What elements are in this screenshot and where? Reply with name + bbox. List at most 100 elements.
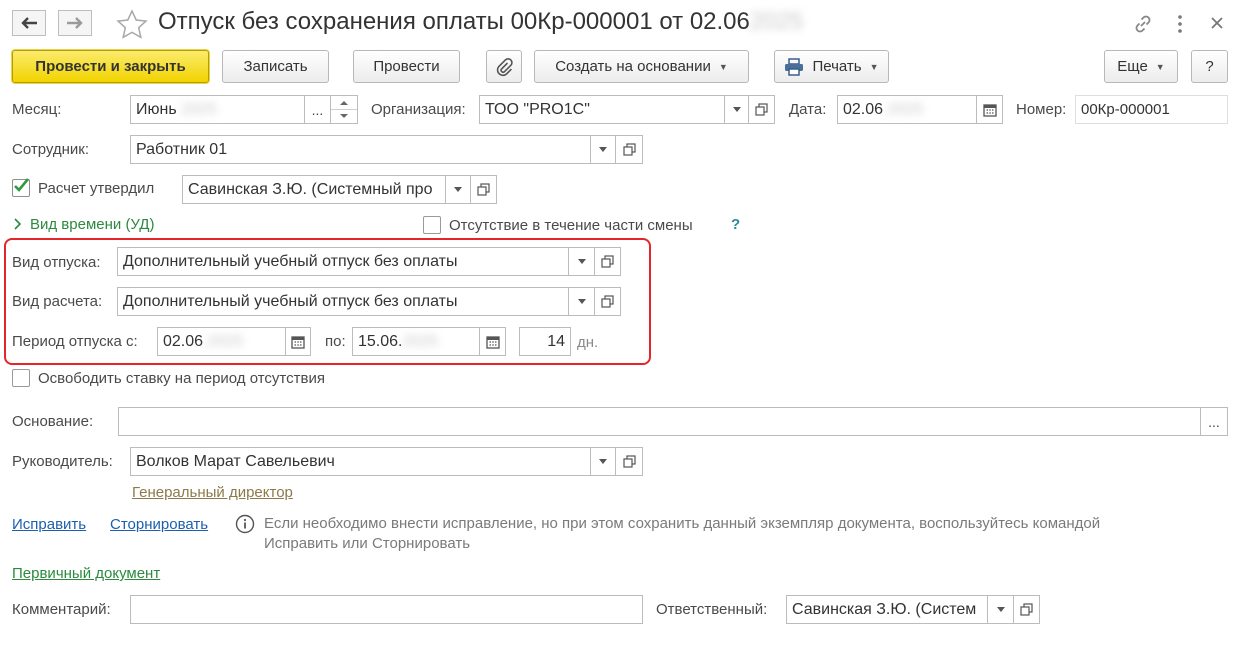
- more-button[interactable]: Еще ▼: [1104, 50, 1178, 83]
- chevron-down-icon: ▼: [869, 61, 879, 72]
- comment-field[interactable]: [130, 595, 643, 624]
- dropdown-arrow-icon: [454, 187, 462, 192]
- period-to-calendar-button[interactable]: [479, 327, 506, 356]
- print-button[interactable]: Печать ▼: [774, 50, 889, 83]
- reverse-link[interactable]: Сторнировать: [110, 516, 208, 533]
- responsible-value: Савинская З.Ю. (Систем: [792, 600, 977, 618]
- print-label: Печать: [812, 58, 862, 75]
- vacation-type-label: Вид отпуска:: [12, 254, 101, 271]
- calendar-icon: [485, 335, 500, 349]
- time-type-label: Вид времени (УД): [30, 216, 155, 233]
- manager-field[interactable]: Волков Марат Савельевич: [130, 447, 591, 476]
- organization-value: ТОО "PRO1C": [485, 100, 590, 118]
- release-rate-checkbox[interactable]: [12, 369, 30, 387]
- printer-icon: [785, 57, 804, 76]
- month-select-label: ...: [311, 101, 324, 118]
- time-type-expander[interactable]: Вид времени (УД): [14, 216, 154, 233]
- period-from-label: Период отпуска с:: [12, 333, 138, 350]
- month-stepper[interactable]: [330, 95, 358, 124]
- dropdown-arrow-icon: [577, 299, 586, 304]
- approved-by-value: Савинская З.Ю. (Системный про: [188, 180, 433, 198]
- open-form-icon: [622, 143, 636, 156]
- partial-shift-checkbox[interactable]: [423, 216, 441, 234]
- period-to-value: 15.06.: [358, 332, 403, 350]
- dropdown-arrow-icon: [599, 147, 607, 152]
- month-select-button[interactable]: ...: [304, 95, 331, 124]
- partial-shift-help-icon[interactable]: ?: [731, 216, 740, 233]
- help-button[interactable]: ?: [1191, 50, 1228, 83]
- create-based-on-label: Создать на основании: [555, 58, 711, 75]
- manager-dropdown-button[interactable]: [590, 447, 616, 476]
- month-hidden-year: 2025: [181, 100, 217, 118]
- info-text-line-1: Если необходимо внести исправление, но п…: [264, 515, 1101, 532]
- basis-select-label: ...: [1208, 413, 1220, 430]
- days-value: 14: [547, 332, 565, 350]
- approved-by-dropdown-button[interactable]: [445, 175, 471, 204]
- manager-open-button[interactable]: [615, 447, 643, 476]
- help-label: ?: [1205, 58, 1214, 75]
- employee-dropdown-button[interactable]: [590, 135, 616, 164]
- period-to-field[interactable]: 15.06. 2025: [352, 327, 480, 356]
- open-form-icon: [477, 183, 490, 196]
- period-to-label: по:: [325, 333, 346, 350]
- vacation-type-dropdown-button[interactable]: [568, 247, 595, 276]
- organization-field[interactable]: ТОО "PRO1C": [479, 95, 725, 124]
- link-icon: [1135, 15, 1151, 33]
- post-and-close-button[interactable]: Провести и закрыть: [12, 50, 209, 83]
- organization-open-button[interactable]: [748, 95, 775, 124]
- create-based-on-button[interactable]: Создать на основании ▼: [534, 50, 749, 83]
- close-button[interactable]: [1207, 13, 1227, 33]
- calc-type-field[interactable]: Дополнительный учебный отпуск без оплаты: [117, 287, 569, 316]
- primary-document-link[interactable]: Первичный документ: [12, 565, 160, 582]
- back-button[interactable]: [12, 10, 46, 36]
- fix-link[interactable]: Исправить: [12, 516, 86, 533]
- more-menu-button[interactable]: [1172, 12, 1188, 36]
- title-text: Отпуск без сохранения оплаты 00Кр-000001…: [158, 8, 750, 35]
- basis-select-button[interactable]: ...: [1200, 407, 1228, 436]
- period-from-calendar-button[interactable]: [285, 327, 311, 356]
- basis-field[interactable]: [118, 407, 1201, 436]
- basis-label: Основание:: [12, 413, 94, 430]
- period-from-field[interactable]: 02.06.2025: [157, 327, 286, 356]
- attach-button[interactable]: [486, 50, 522, 83]
- month-field[interactable]: Июнь 2025: [130, 95, 305, 124]
- manager-position-link[interactable]: Генеральный директор: [132, 484, 293, 501]
- forward-button[interactable]: [58, 10, 92, 36]
- link-button[interactable]: [1131, 12, 1155, 36]
- approved-by-open-button[interactable]: [470, 175, 497, 204]
- date-field[interactable]: 02.06.2025: [837, 95, 977, 124]
- calc-type-dropdown-button[interactable]: [568, 287, 595, 316]
- vacation-type-field[interactable]: Дополнительный учебный отпуск без оплаты: [117, 247, 569, 276]
- chevron-down-icon: ▼: [718, 61, 728, 72]
- approved-checkbox[interactable]: [12, 178, 30, 197]
- organization-dropdown-button[interactable]: [724, 95, 749, 124]
- info-icon: [235, 514, 255, 534]
- open-form-icon: [755, 103, 768, 116]
- responsible-dropdown-button[interactable]: [987, 595, 1014, 624]
- responsible-open-button[interactable]: [1013, 595, 1040, 624]
- number-value: 00Кр-000001: [1081, 101, 1170, 118]
- calc-type-open-button[interactable]: [594, 287, 621, 316]
- checkmark-icon: [14, 178, 30, 192]
- vacation-type-open-button[interactable]: [594, 247, 621, 276]
- close-icon: [1211, 17, 1223, 29]
- dropdown-arrow-icon: [996, 607, 1005, 612]
- days-field[interactable]: 14: [519, 327, 571, 356]
- more-vertical-icon: [1178, 15, 1182, 33]
- save-button[interactable]: Записать: [222, 50, 329, 83]
- employee-open-button[interactable]: [615, 135, 643, 164]
- arrow-right-icon: [67, 17, 83, 29]
- period-to-hidden: 2025: [402, 332, 439, 350]
- number-field[interactable]: 00Кр-000001: [1075, 95, 1228, 124]
- post-button[interactable]: Провести: [353, 50, 460, 83]
- calendar-icon: [982, 103, 997, 117]
- month-label: Месяц:: [12, 101, 62, 118]
- date-calendar-button[interactable]: [976, 95, 1003, 124]
- favorite-star-button[interactable]: [116, 9, 148, 39]
- employee-field[interactable]: Работник 01: [130, 135, 591, 164]
- open-form-icon: [1020, 603, 1033, 616]
- approved-by-field[interactable]: Савинская З.Ю. (Системный про: [182, 175, 446, 204]
- paperclip-icon: [496, 57, 513, 76]
- responsible-field[interactable]: Савинская З.Ю. (Систем: [786, 595, 988, 624]
- date-value: 02.06: [843, 100, 884, 118]
